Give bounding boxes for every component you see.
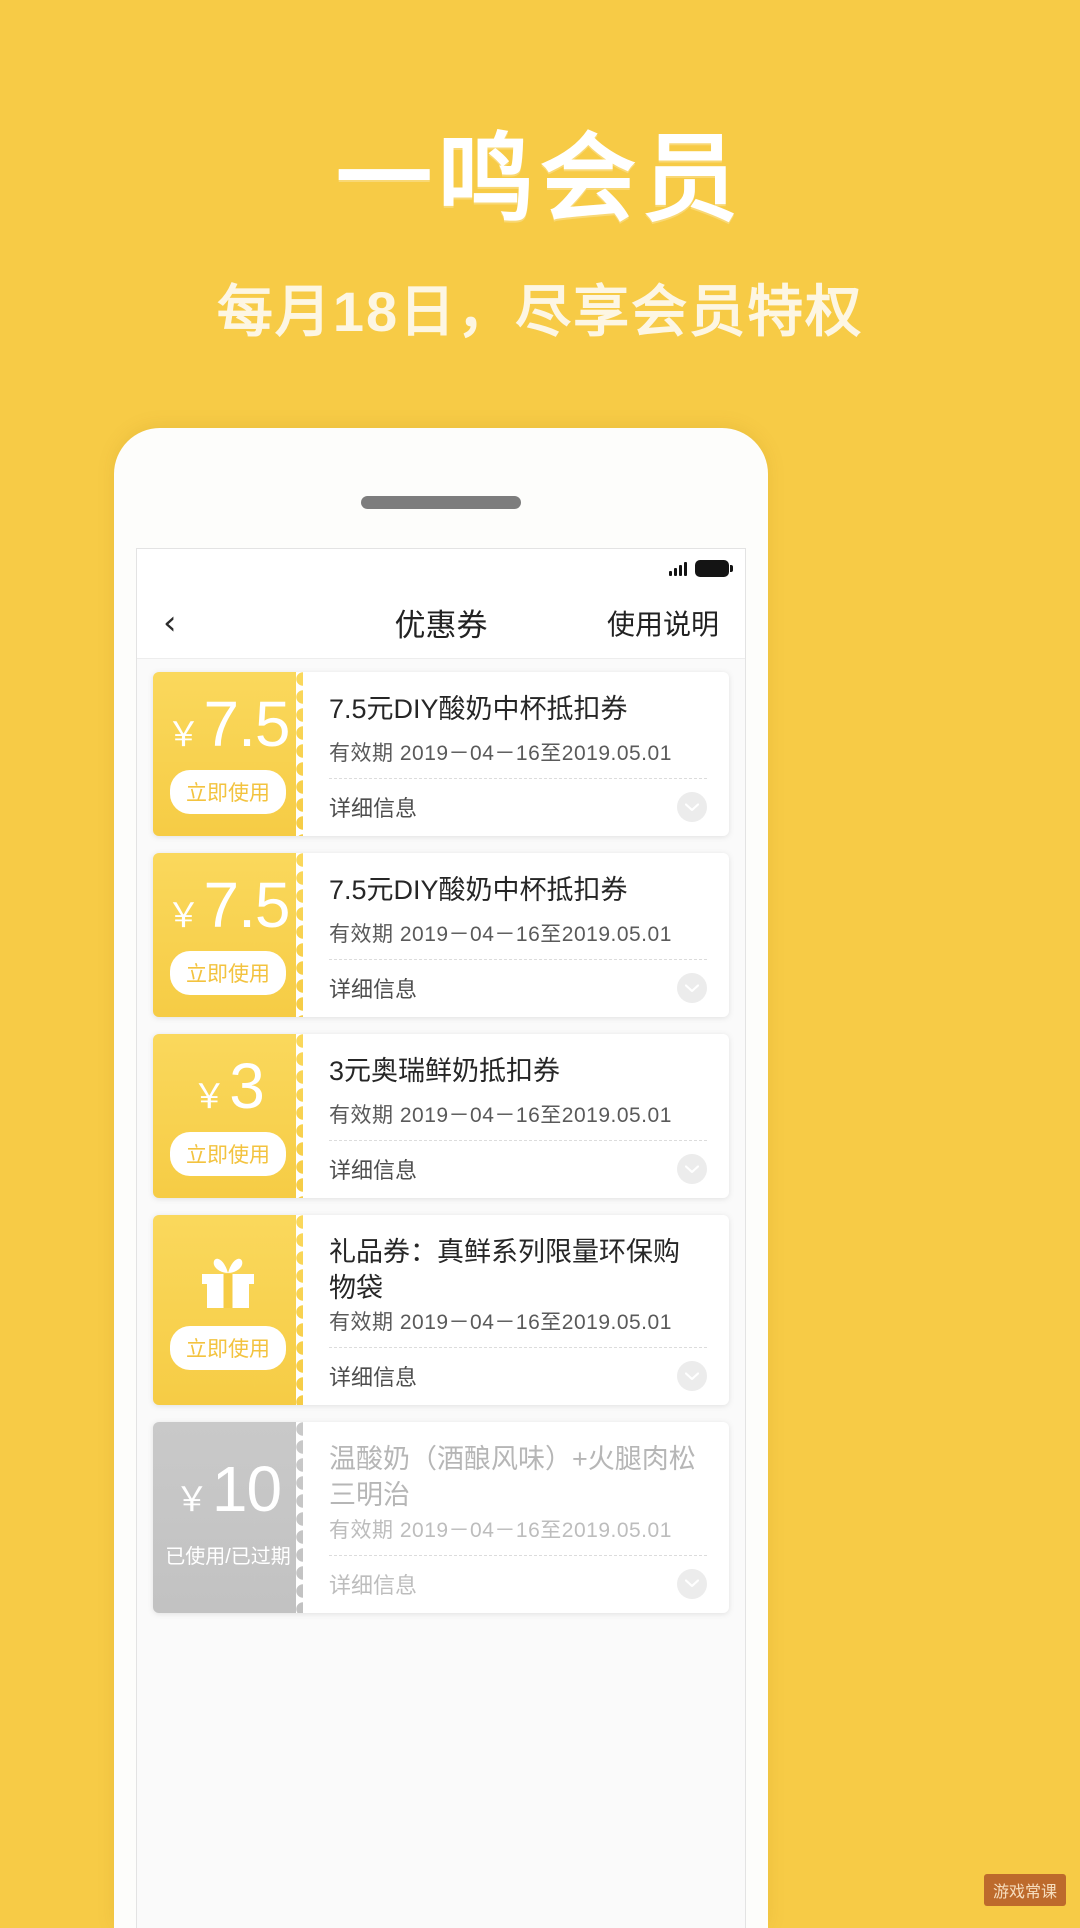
detail-label: 详细信息 [329, 1158, 418, 1183]
coupon-detail-row[interactable]: 详细信息 [329, 1554, 707, 1613]
use-now-button[interactable]: 立即使用 [170, 1326, 286, 1371]
coupon-validity: 有效期 2019－04－16至2019.05.01 [329, 1514, 707, 1555]
validity-value: 2019－04－16至2019.05.01 [399, 1311, 672, 1335]
coupon-detail-row[interactable]: 详细信息 [329, 1140, 707, 1198]
coupon-amount: ￥ 3 [192, 1050, 265, 1122]
validity-label: 有效期 [329, 923, 394, 946]
amount-value: 7.5 [203, 869, 291, 941]
coupon-detail-row[interactable]: 详细信息 [329, 959, 707, 1017]
detail-label: 详细信息 [329, 796, 418, 821]
coupon-body: 温酸奶（酒酿风味）+火腿肉松三明治 有效期 2019－04－16至2019.05… [303, 1422, 729, 1613]
chevron-down-icon[interactable] [677, 973, 707, 1003]
coupon-detail-row[interactable]: 详细信息 [329, 1347, 707, 1405]
nav-bar: ‹ 优惠券 使用说明 [137, 587, 745, 659]
validity-label: 有效期 [329, 742, 394, 765]
currency-symbol: ￥ [166, 897, 201, 935]
battery-full-icon [695, 559, 733, 577]
use-now-button[interactable]: 立即使用 [170, 951, 286, 995]
coupon-stub: ￥ 10 已使用/已过期 [153, 1422, 310, 1613]
amount-value: 3 [229, 1050, 265, 1122]
chevron-down-icon[interactable] [677, 1568, 707, 1599]
gift-icon [202, 1258, 254, 1309]
validity-label: 有效期 [329, 1518, 394, 1542]
coupon-title: 温酸奶（酒酿风味）+火腿肉松三明治 [329, 1444, 696, 1510]
coupon-card[interactable]: 立即使用 礼品券：真鲜系列限量环保购物袋 有效期 2019－04－16至2019… [153, 1215, 729, 1406]
currency-symbol: ￥ [192, 1078, 227, 1116]
validity-value: 2019－04－16至2019.05.01 [399, 742, 672, 765]
currency-symbol: ￥ [166, 716, 201, 754]
signal-bars-icon [669, 560, 687, 576]
coupon-body: 7.5元DIY酸奶中杯抵扣券 有效期 2019－04－16至2019.05.01… [303, 853, 729, 1017]
coupon-body: 礼品券：真鲜系列限量环保购物袋 有效期 2019－04－16至2019.05.0… [303, 1215, 729, 1406]
chevron-down-icon[interactable] [677, 1154, 707, 1184]
use-now-button[interactable]: 立即使用 [170, 1132, 286, 1176]
coupon-title: 7.5元DIY酸奶中杯抵扣券 [329, 875, 628, 905]
phone-speaker [361, 496, 521, 509]
coupon-title: 7.5元DIY酸奶中杯抵扣券 [329, 694, 628, 724]
detail-label: 详细信息 [329, 977, 418, 1002]
coupon-body: 7.5元DIY酸奶中杯抵扣券 有效期 2019－04－16至2019.05.01… [303, 672, 729, 836]
coupon-card-used[interactable]: ￥ 10 已使用/已过期 温酸奶（酒酿风味）+火腿肉松三明治 有效期 2019－… [153, 1422, 729, 1613]
validity-value: 2019－04－16至2019.05.01 [399, 923, 672, 946]
detail-label: 详细信息 [329, 1572, 418, 1598]
coupon-title: 3元奥瑞鲜奶抵扣券 [329, 1056, 561, 1086]
coupon-stub: ￥ 7.5 立即使用 [153, 672, 310, 836]
coupon-body: 3元奥瑞鲜奶抵扣券 有效期 2019－04－16至2019.05.01 详细信息 [303, 1034, 729, 1198]
phone-mockup: ‹ 优惠券 使用说明 ￥ 7.5 立即使用 7.5元DIY酸奶中杯抵扣券 有效期 [114, 428, 768, 1928]
page-title: 一鸣会员 [336, 126, 744, 233]
amount-value: 7.5 [203, 688, 291, 760]
coupon-card[interactable]: ￥ 3 立即使用 3元奥瑞鲜奶抵扣券 有效期 2019－04－16至2019.0… [153, 1034, 729, 1198]
coupon-amount: ￥ 10 [174, 1452, 282, 1525]
status-bar [137, 549, 745, 587]
usage-instructions-link[interactable]: 使用说明 [607, 603, 719, 643]
coupon-validity: 有效期 2019－04－16至2019.05.01 [329, 1099, 707, 1140]
detail-label: 详细信息 [329, 1365, 418, 1391]
promo-subtitle: 每月18日，尽享会员特权 [216, 279, 864, 343]
chevron-down-icon[interactable] [677, 1361, 707, 1392]
coupon-validity: 有效期 2019－04－16至2019.05.01 [329, 918, 707, 959]
validity-value: 2019－04－16至2019.05.01 [399, 1104, 672, 1127]
coupon-validity: 有效期 2019－04－16至2019.05.01 [329, 737, 707, 778]
currency-symbol: ￥ [174, 1480, 209, 1519]
coupon-amount: ￥ 7.5 [166, 688, 291, 760]
watermark: 游戏常课 [983, 1874, 1066, 1906]
coupon-stub: ￥ 3 立即使用 [153, 1034, 310, 1198]
coupon-validity: 有效期 2019－04－16至2019.05.01 [329, 1306, 707, 1347]
coupon-list: ￥ 7.5 立即使用 7.5元DIY酸奶中杯抵扣券 有效期 2019－04－16… [137, 659, 745, 1928]
coupon-amount: ￥ 7.5 [166, 869, 291, 941]
used-expired-badge: 已使用/已过期 [165, 1545, 291, 1568]
coupon-stub: 立即使用 [153, 1215, 310, 1406]
validity-value: 2019－04－16至2019.05.01 [399, 1518, 672, 1542]
coupon-card[interactable]: ￥ 7.5 立即使用 7.5元DIY酸奶中杯抵扣券 有效期 2019－04－16… [153, 853, 729, 1017]
amount-value: 10 [211, 1452, 282, 1525]
coupon-detail-row[interactable]: 详细信息 [329, 778, 707, 836]
coupon-stub: ￥ 7.5 立即使用 [153, 853, 310, 1017]
back-chevron-icon[interactable]: ‹ [163, 606, 209, 640]
chevron-down-icon[interactable] [677, 792, 707, 822]
validity-label: 有效期 [329, 1104, 394, 1127]
promo-header: 一鸣会员 每月18日，尽享会员特权 [0, 0, 1080, 430]
validity-label: 有效期 [329, 1311, 394, 1335]
coupon-card[interactable]: ￥ 7.5 立即使用 7.5元DIY酸奶中杯抵扣券 有效期 2019－04－16… [153, 672, 729, 836]
phone-screen: ‹ 优惠券 使用说明 ￥ 7.5 立即使用 7.5元DIY酸奶中杯抵扣券 有效期 [136, 548, 746, 1928]
use-now-button[interactable]: 立即使用 [170, 770, 286, 814]
coupon-title: 礼品券：真鲜系列限量环保购物袋 [329, 1237, 680, 1303]
